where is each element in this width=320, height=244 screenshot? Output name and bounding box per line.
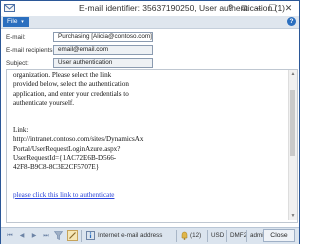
ribbon-bar: File ▾ ? <box>1 16 299 29</box>
minimize-button[interactable]: – <box>252 2 265 14</box>
last-record-icon[interactable]: ⏭ <box>42 232 50 240</box>
file-menu-label: File <box>7 18 18 25</box>
status-bar: ⏮ ◀ ▶ ⏭ Internet e-mail address (12) USD… <box>1 227 299 244</box>
link-url-line: UserRequestId={1AC72E6B-D566- <box>13 154 117 163</box>
divider <box>246 230 247 242</box>
restore-icon[interactable]: ⧉ <box>238 2 251 14</box>
recipients-row: E-mail recipients: email@email.com <box>6 45 296 56</box>
body-line: authenticate yourself. <box>13 98 75 107</box>
vertical-scrollbar[interactable]: ▲ ▼ <box>288 70 297 220</box>
maximize-button[interactable]: ☐ <box>266 2 279 14</box>
body-line: organization. Please select the link <box>13 71 112 79</box>
body-line: application, and enter your credentials … <box>13 89 129 98</box>
previous-record-icon[interactable]: ◀ <box>18 232 26 240</box>
divider <box>207 230 208 242</box>
close-button[interactable]: Close <box>263 229 295 242</box>
subject-label: Subject: <box>6 60 29 67</box>
edit-pencil-icon[interactable] <box>67 230 78 241</box>
close-window-button[interactable]: ✕ <box>282 2 295 14</box>
file-menu-button[interactable]: File ▾ <box>3 17 29 27</box>
first-record-icon[interactable]: ⏮ <box>6 232 14 240</box>
scrollbar-thumb[interactable] <box>290 90 295 156</box>
link-label: Link: <box>13 126 29 135</box>
filter-icon[interactable] <box>54 231 63 240</box>
recipients-field[interactable]: email@email.com <box>53 45 153 55</box>
recipients-label: E-mail recipients: <box>6 47 55 54</box>
company-status[interactable]: DMF2 <box>230 232 247 239</box>
scroll-up-icon[interactable]: ▲ <box>289 70 297 78</box>
subject-row: Subject: User authentication <box>6 58 296 69</box>
link-url-line: http://intranet.contoso.com/sites/Dynami… <box>13 135 144 144</box>
help-icon[interactable]: ? <box>224 2 237 14</box>
alerts-count[interactable]: (12) <box>190 232 201 239</box>
help-button[interactable]: ? <box>287 17 296 26</box>
chevron-down-icon: ▾ <box>21 19 24 25</box>
alert-bell-icon[interactable] <box>180 231 189 240</box>
subject-field[interactable]: User authentication <box>53 58 153 68</box>
currency-status[interactable]: USD <box>211 232 224 239</box>
email-label: E-mail: <box>6 34 26 41</box>
scroll-down-icon[interactable]: ▼ <box>289 212 297 220</box>
field-name-status: Internet e-mail address <box>98 232 163 239</box>
authenticate-link[interactable]: please click this link to authenticate <box>13 191 114 199</box>
email-body-area[interactable]: organization. Please select the link pro… <box>6 69 298 223</box>
body-line: provided below, select the authenticatio… <box>13 80 129 89</box>
link-url-line: Portal/UserRequestLoginAzure.aspx? <box>13 144 121 153</box>
title-bar: E-mail identifier: 35637190250, User aut… <box>1 1 299 16</box>
link-url-line: 42F8-B9C8-8C3E2CF5707E} <box>13 163 100 172</box>
divider <box>176 230 177 242</box>
email-body-text: organization. Please select the link pro… <box>13 71 288 200</box>
divider <box>226 230 227 242</box>
email-dialog-window: E-mail identifier: 35637190250, User aut… <box>0 0 300 244</box>
divider <box>81 230 82 242</box>
envelope-icon <box>4 4 15 12</box>
next-record-icon[interactable]: ▶ <box>30 232 38 240</box>
info-icon <box>86 231 95 240</box>
email-field[interactable]: Purchasing [Alicia@contoso.com] <box>53 32 153 42</box>
email-row: E-mail: Purchasing [Alicia@contoso.com] <box>6 32 296 43</box>
